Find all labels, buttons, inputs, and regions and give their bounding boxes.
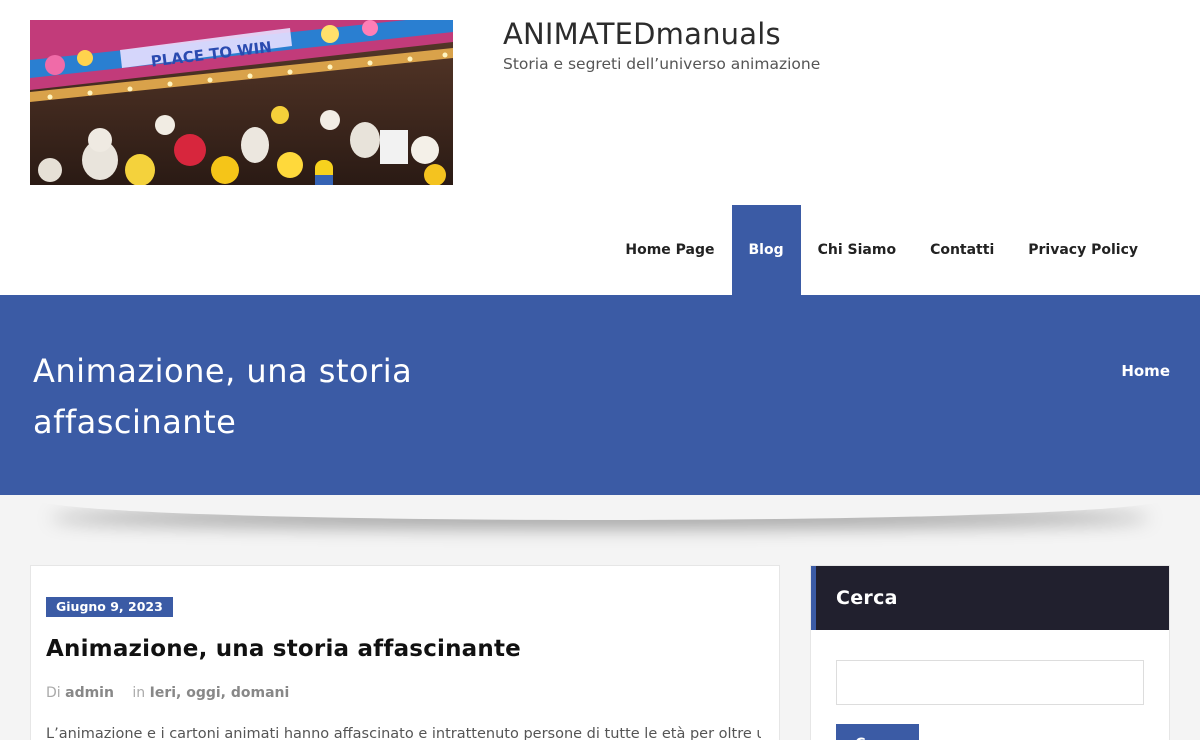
post-excerpt: L’animazione e i cartoni animati hanno a… — [46, 726, 761, 740]
nav-item-privacy-policy[interactable]: Privacy Policy — [1011, 205, 1155, 295]
nav-item-contatti[interactable]: Contatti — [913, 205, 1011, 295]
site-branding: ANIMATEDmanuals Storia e segreti dell’un… — [503, 16, 820, 75]
page-title: Animazione, una storia affascinante — [33, 352, 413, 441]
page-banner: Animazione, una storia affascinante Home — [0, 295, 1200, 495]
post-title[interactable]: Animazione, una storia affascinante — [46, 636, 521, 662]
search-submit-button[interactable]: Cerca — [836, 724, 919, 740]
post-card: Giugno 9, 2023 Animazione, una storia af… — [30, 565, 780, 740]
post-author-link[interactable]: admin — [65, 685, 114, 701]
nav-item-home-page[interactable]: Home Page — [608, 205, 731, 295]
post-categories-link[interactable]: Ieri, oggi, domani — [150, 685, 290, 701]
post-date-badge[interactable]: Giugno 9, 2023 — [46, 597, 173, 617]
nav-item-chi-siamo[interactable]: Chi Siamo — [801, 205, 913, 295]
nav-item-blog[interactable]: Blog — [731, 205, 801, 295]
banner-shadow-divider — [40, 480, 1160, 520]
meta-by-label: Di — [46, 685, 61, 701]
main-navigation: Home Page Blog Chi Siamo Contatti Privac… — [608, 205, 1155, 295]
header-photo-illustration: PLACE TO WIN — [30, 20, 453, 185]
widget-header: Cerca — [811, 566, 1169, 630]
post-meta: Di admin in Ieri, oggi, domani — [46, 685, 289, 701]
widget-title: Cerca — [836, 587, 898, 609]
search-input[interactable] — [836, 660, 1144, 705]
search-widget: Cerca Cerca — [810, 565, 1170, 740]
site-title[interactable]: ANIMATEDmanuals — [503, 16, 820, 52]
meta-in-label: in — [132, 685, 146, 701]
site-tagline: Storia e segreti dell’universo animazion… — [503, 55, 821, 73]
breadcrumb-home-link[interactable]: Home — [1121, 362, 1170, 380]
header-image[interactable]: PLACE TO WIN — [30, 20, 453, 185]
site-header: PLACE TO WIN ANIMATEDmanuals Storia e se… — [0, 0, 1200, 295]
